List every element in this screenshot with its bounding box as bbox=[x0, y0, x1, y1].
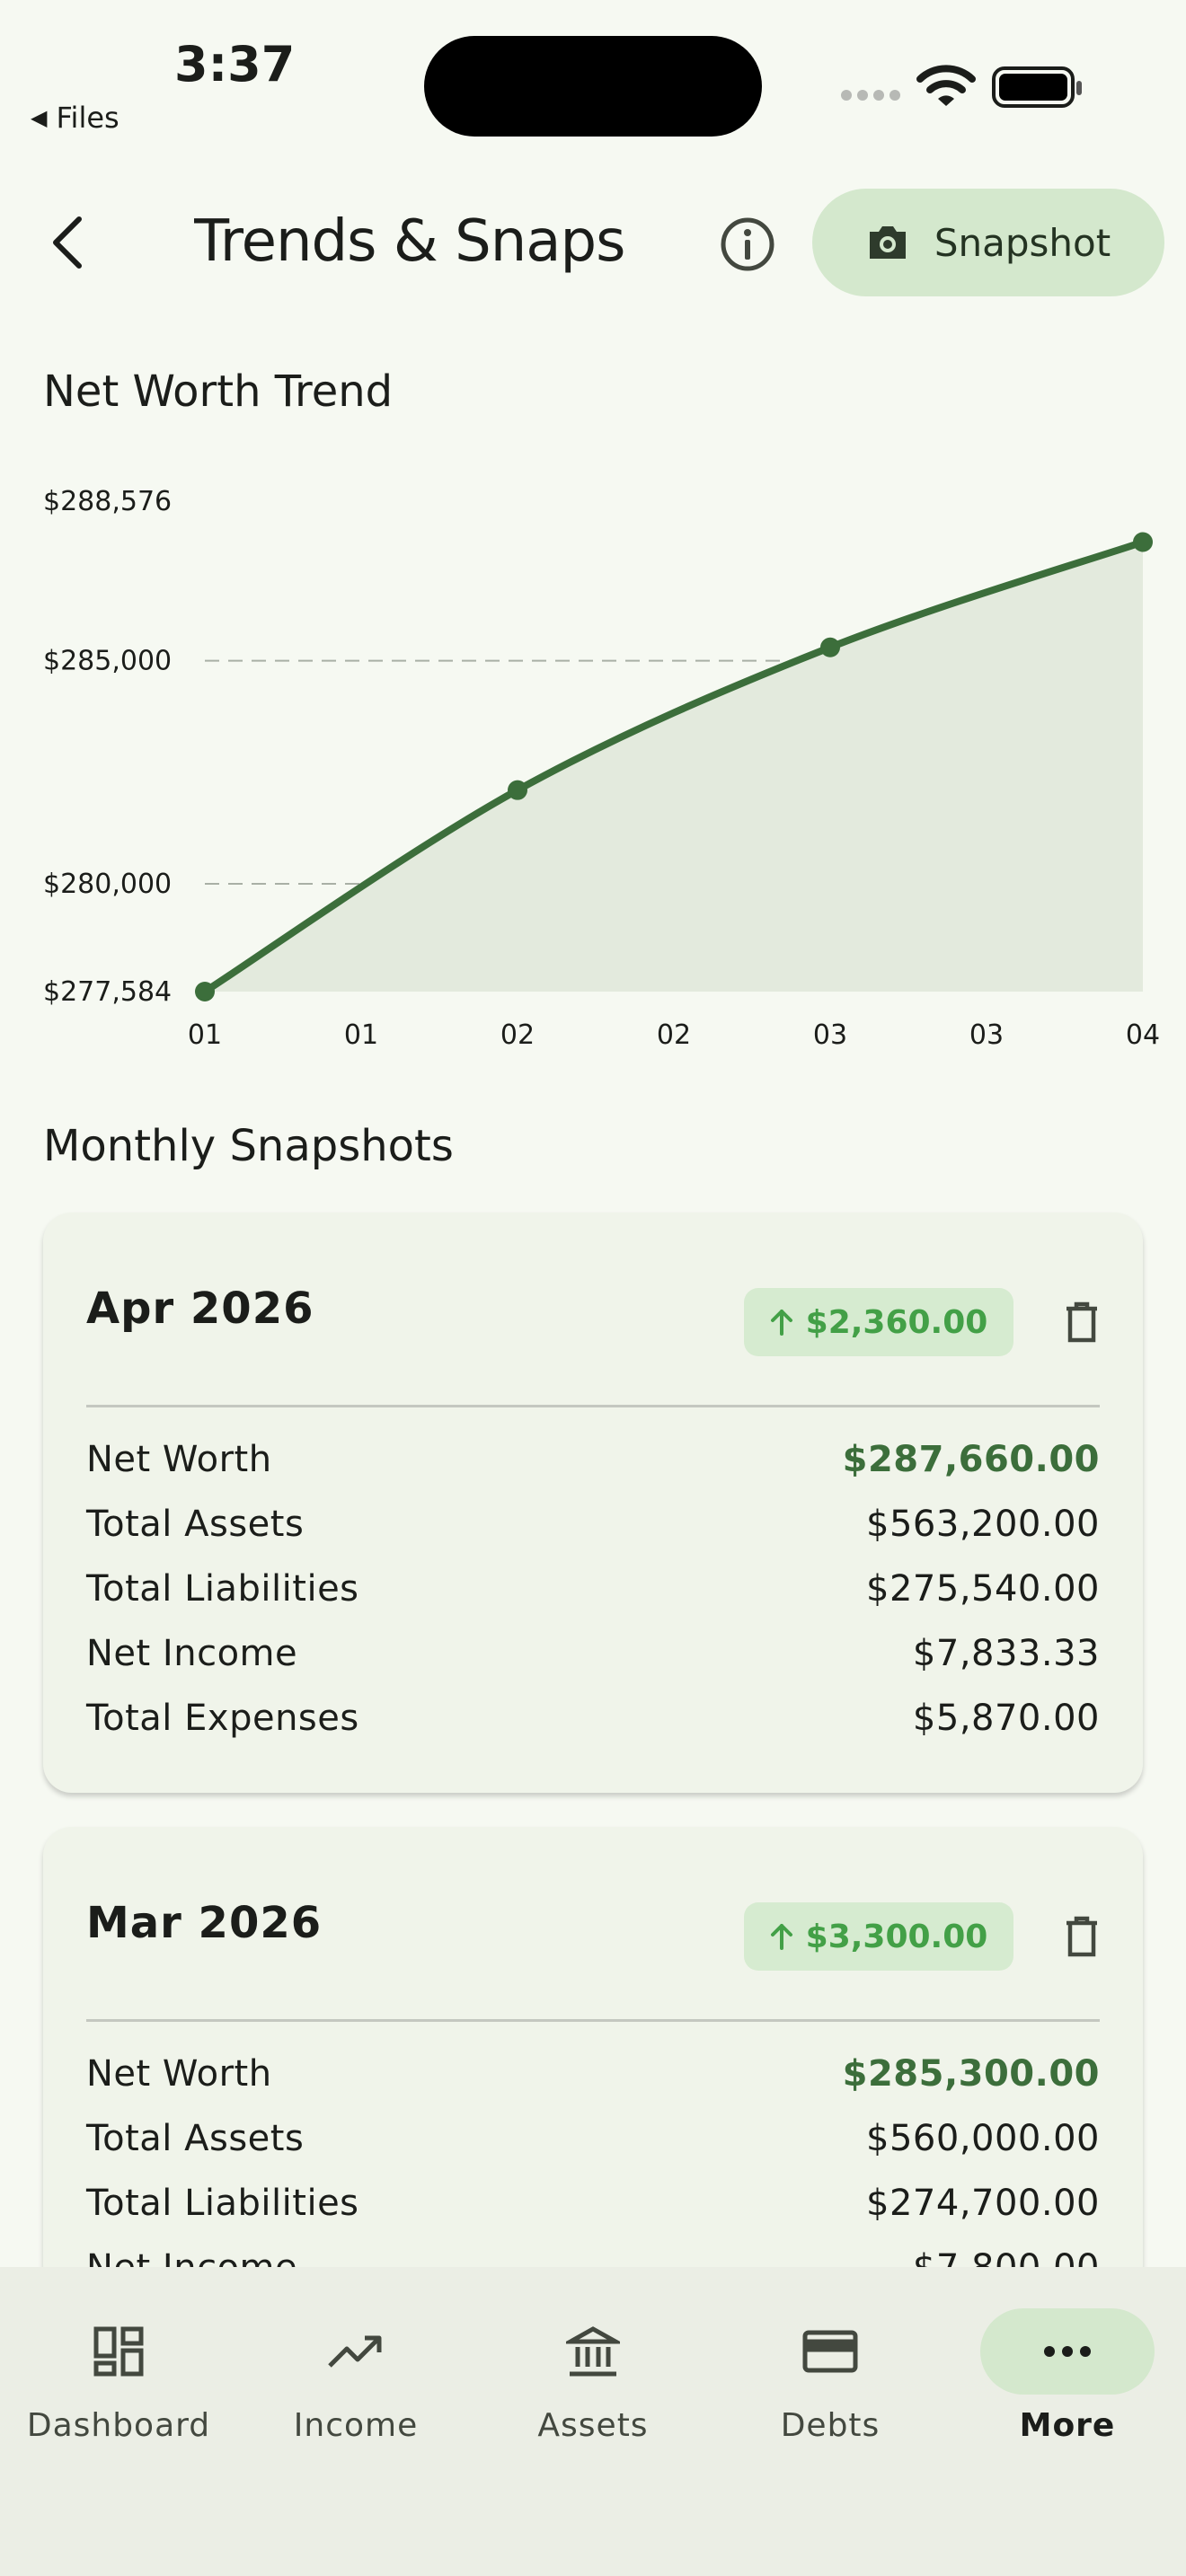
snapshot-row-label: Total Assets bbox=[86, 2118, 305, 2159]
data-point bbox=[820, 637, 840, 657]
x-tick-label: 04 bbox=[1126, 1019, 1160, 1051]
data-point bbox=[1133, 532, 1153, 552]
change-badge: $3,300.00 bbox=[744, 1902, 1013, 1971]
snapshot-row: Net Income $7,833.33 bbox=[86, 1621, 1100, 1686]
status-time: 3:37 bbox=[174, 36, 296, 93]
snapshot-row-label: Net Income bbox=[86, 1633, 298, 1674]
nav-label-assets: Assets bbox=[537, 2407, 649, 2444]
more-horizontal-icon bbox=[980, 2308, 1155, 2395]
snapshot-row: Total Assets $563,200.00 bbox=[86, 1492, 1100, 1557]
back-triangle-icon: ◀ bbox=[31, 105, 48, 130]
snapshot-row-value: $560,000.00 bbox=[866, 2118, 1100, 2159]
back-app-label: Files bbox=[56, 101, 119, 135]
data-point bbox=[508, 780, 527, 800]
snapshot-row-value: $5,870.00 bbox=[912, 1698, 1100, 1739]
nav-label-debts: Debts bbox=[780, 2407, 881, 2444]
trash-icon bbox=[1067, 1916, 1097, 1957]
nav-item-income[interactable]: Income bbox=[237, 2308, 474, 2470]
trending-up-icon bbox=[269, 2308, 443, 2395]
dashboard-icon bbox=[31, 2308, 206, 2395]
snapshot-button[interactable]: Snapshot bbox=[812, 189, 1164, 296]
snapshot-row-value: $274,700.00 bbox=[866, 2183, 1100, 2224]
dynamic-island bbox=[424, 36, 762, 137]
y-tick-label: $280,000 bbox=[43, 869, 172, 900]
snapshot-month: Mar 2026 bbox=[86, 1898, 323, 1948]
bottom-navigation: Dashboard Income Assets Debts More bbox=[0, 2267, 1186, 2576]
info-icon bbox=[721, 217, 774, 271]
snapshot-row-value: $287,660.00 bbox=[842, 1439, 1100, 1480]
arrow-up-icon bbox=[770, 1310, 792, 1336]
nav-label-income: Income bbox=[293, 2407, 419, 2444]
delete-snapshot-button[interactable] bbox=[1055, 1295, 1109, 1349]
snapshot-row: Total Assets $560,000.00 bbox=[86, 2106, 1100, 2171]
snapshot-button-label: Snapshot bbox=[934, 220, 1111, 265]
snapshot-row: Total Liabilities $274,700.00 bbox=[86, 2171, 1100, 2236]
credit-card-icon bbox=[743, 2308, 917, 2395]
nav-item-assets[interactable]: Assets bbox=[474, 2308, 712, 2470]
page-title: Trends & Snaps… bbox=[194, 208, 625, 275]
nav-label-dashboard: Dashboard bbox=[26, 2407, 211, 2444]
x-tick-label: 01 bbox=[344, 1019, 378, 1051]
back-button[interactable] bbox=[47, 207, 101, 278]
snapshot-row-value: $285,300.00 bbox=[842, 2053, 1100, 2095]
cellular-signal-icon bbox=[841, 90, 900, 101]
area-fill bbox=[205, 542, 1143, 992]
nav-item-more[interactable]: More bbox=[949, 2308, 1186, 2470]
snapshot-row: Net Worth $285,300.00 bbox=[86, 2042, 1100, 2106]
snapshot-row-value: $7,833.33 bbox=[912, 1633, 1100, 1674]
snapshot-row-value: $563,200.00 bbox=[866, 1504, 1100, 1545]
change-amount: $3,300.00 bbox=[805, 1918, 988, 1955]
nav-label-more: More bbox=[1019, 2407, 1116, 2444]
nav-item-dashboard[interactable]: Dashboard bbox=[0, 2308, 237, 2470]
snapshots-section-title: Monthly Snapshots bbox=[43, 1121, 454, 1171]
snapshot-row-label: Total Liabilities bbox=[86, 2183, 359, 2224]
snapshot-card-header: Mar 2026 $3,300.00 bbox=[86, 1827, 1100, 2019]
chart-title: Net Worth Trend bbox=[43, 366, 394, 417]
snapshot-row-label: Total Assets bbox=[86, 1504, 305, 1545]
snapshot-row-value: $275,540.00 bbox=[866, 1568, 1100, 1610]
x-tick-label: 02 bbox=[657, 1019, 691, 1051]
snapshot-card: Mar 2026 $3,300.00 Net Worth $285,300.00 bbox=[43, 1827, 1143, 2294]
arrow-up-icon bbox=[770, 1924, 792, 1950]
x-tick-label: 01 bbox=[188, 1019, 222, 1051]
chevron-left-icon bbox=[53, 216, 82, 269]
snapshot-row: Total Expenses $5,870.00 bbox=[86, 1686, 1100, 1751]
snapshot-row-label: Net Worth bbox=[86, 2053, 272, 2095]
delete-snapshot-button[interactable] bbox=[1055, 1910, 1109, 1963]
snapshot-month: Apr 2026 bbox=[86, 1284, 314, 1334]
snapshot-row: Total Liabilities $275,540.00 bbox=[86, 1557, 1100, 1621]
x-tick-label: 03 bbox=[969, 1019, 1004, 1051]
data-point bbox=[195, 982, 215, 1001]
bank-icon bbox=[506, 2308, 680, 2395]
y-tick-label: $288,576 bbox=[43, 486, 172, 517]
trash-icon bbox=[1067, 1301, 1097, 1343]
snapshot-card-header: Apr 2026 $2,360.00 bbox=[86, 1213, 1100, 1405]
trends-snapshots-screen: 3:37 ◀ Files Trends & Snaps… Snapshot Ne… bbox=[0, 0, 1186, 2576]
snapshot-row-label: Net Worth bbox=[86, 1439, 272, 1480]
camera-icon bbox=[869, 226, 906, 259]
x-tick-label: 02 bbox=[500, 1019, 535, 1051]
battery-icon bbox=[992, 66, 1082, 108]
change-amount: $2,360.00 bbox=[805, 1303, 988, 1341]
y-tick-label: $277,584 bbox=[43, 976, 172, 1008]
snapshot-row-label: Total Expenses bbox=[86, 1698, 359, 1739]
info-button[interactable] bbox=[713, 210, 782, 278]
nav-item-debts[interactable]: Debts bbox=[712, 2308, 949, 2470]
wifi-icon bbox=[916, 65, 976, 106]
change-badge: $2,360.00 bbox=[744, 1288, 1013, 1356]
snapshot-row: Net Worth $287,660.00 bbox=[86, 1427, 1100, 1492]
y-tick-label: $285,000 bbox=[43, 646, 172, 677]
snapshot-row-label: Total Liabilities bbox=[86, 1568, 359, 1610]
back-to-files-link[interactable]: ◀ Files bbox=[31, 101, 119, 135]
x-tick-label: 03 bbox=[813, 1019, 847, 1051]
net-worth-trend-chart: $288,576 $285,000 $280,000 $277,584 01 01 02 02… bbox=[43, 486, 1160, 1051]
snapshot-card: Apr 2026 $2,360.00 Net Worth $287,660.00 bbox=[43, 1213, 1143, 1793]
